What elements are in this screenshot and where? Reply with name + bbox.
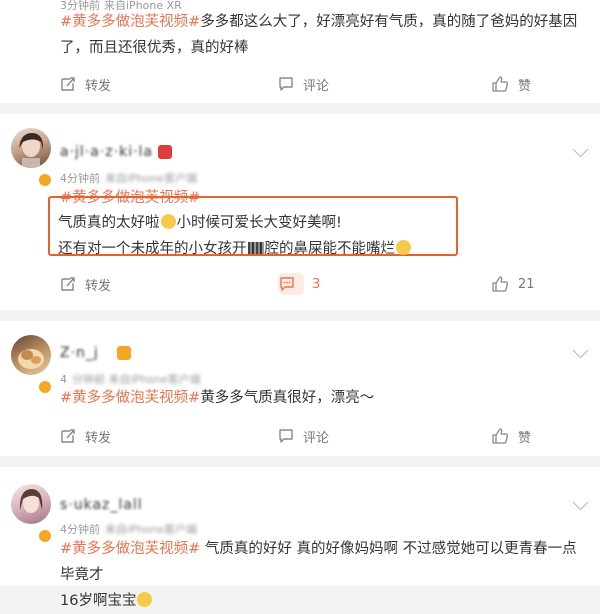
chevron-down-icon[interactable] [572,342,589,359]
comment-icon [279,77,293,91]
topic-tag-link[interactable]: #黄多多做泡芙视频# [60,541,200,557]
repost-label: 转发 [85,278,112,294]
repost-label: 转发 [85,430,112,446]
repost-icon [61,277,75,291]
like-button[interactable]: 赞 [492,72,531,96]
avatar[interactable] [11,484,51,524]
repost-button[interactable]: 转发 [60,72,111,96]
post-source: 来自iPhone客户端 [105,172,198,185]
post-actions: 转发 3 21 [0,272,600,296]
verified-badge [38,173,52,187]
chevron-down-icon[interactable] [572,494,589,511]
like-button[interactable]: 赞 [492,424,531,448]
post-source: 来自iPhone客户端 [105,523,198,536]
verified-badge [38,529,52,543]
thumbs-up-icon [492,76,509,92]
comment-label: 评论 [303,78,330,94]
topic-tag-link[interactable]: #黄多多做泡芙视频# [60,14,200,30]
comment-bubble [278,273,304,295]
crying-emoji-icon [160,214,176,229]
post-card: 3分钟前 来自iPhone XR #黄多多做泡芙视频#多多都这么大了，好漂亮好有气… [0,0,600,103]
post-card: Z·n_j 4 分钟前 来自iPhone客户端 #黄多多做泡芙视频#黄多多气质真很… [0,321,600,456]
post-actions: 转发 评论 赞 [0,72,600,96]
repost-label: 转发 [85,78,112,94]
like-label: 赞 [518,430,532,446]
user-name[interactable]: a·jl·a·z·ki·la [60,144,153,160]
mosaic-icon [247,242,264,254]
shocked-emoji-icon [137,592,153,607]
post-text: 气质真的太好啦 小时候可爱长大变好美啊! 还有对一个未成年的小女孩开 腔的鼻屎能不能… [58,210,588,262]
repost-icon [61,77,75,91]
post-text: #黄多多做泡芙视频#黄多多气质真很好，漂亮～ [60,390,375,406]
avatar[interactable] [11,128,51,168]
post-card: a·jl·a·z·ki·la 4分钟前 来自iPhone客户端 #黄多多做泡芙视频… [0,114,600,310]
avatar[interactable] [11,335,51,375]
comment-label: 评论 [303,430,330,446]
comment-count: 3 [312,276,321,292]
verified-badge [38,380,52,394]
vip-icon [158,145,172,159]
like-count: 21 [518,276,535,292]
like-button[interactable]: 21 [492,272,535,296]
thumbs-up-icon [492,428,509,444]
post-meta: 4分钟前 来自iPhone客户端 [60,523,198,536]
post-meta: 4分钟前 来自iPhone客户端 [60,172,198,185]
chevron-down-icon[interactable] [572,141,589,158]
repost-icon [61,429,75,443]
post-text: #黄多多做泡芙视频# 气质真的好好 真的好像妈妈啊 不过感觉她可以更青春一点毕竟… [60,541,577,609]
comment-icon [279,277,294,291]
repost-button[interactable]: 转发 [60,424,111,448]
user-name[interactable]: s·ukaz_lall [60,497,143,513]
post-card: s·ukaz_lall 4分钟前 来自iPhone客户端 #黄多多做泡芙视频# 气… [0,467,600,609]
like-label: 赞 [518,78,532,94]
post-actions: 转发 评论 赞 [0,424,600,448]
smirk-emoji-icon [396,240,411,255]
repost-button[interactable]: 转发 [60,272,111,296]
comment-icon [279,429,293,443]
comment-button[interactable]: 评论 [278,72,329,96]
thumbs-up-icon [492,276,509,292]
post-text: #黄多多做泡芙视频#多多都这么大了，好漂亮好有气质，真的随了爸妈的好基因了，而且… [60,14,578,56]
comment-button[interactable]: 评论 [278,424,329,448]
comment-button[interactable]: 3 [278,272,320,296]
user-name[interactable]: Z·n_j [60,345,99,361]
topic-tag-link[interactable]: #黄多多做泡芙视频# [60,390,200,406]
vip-icon [117,346,131,360]
